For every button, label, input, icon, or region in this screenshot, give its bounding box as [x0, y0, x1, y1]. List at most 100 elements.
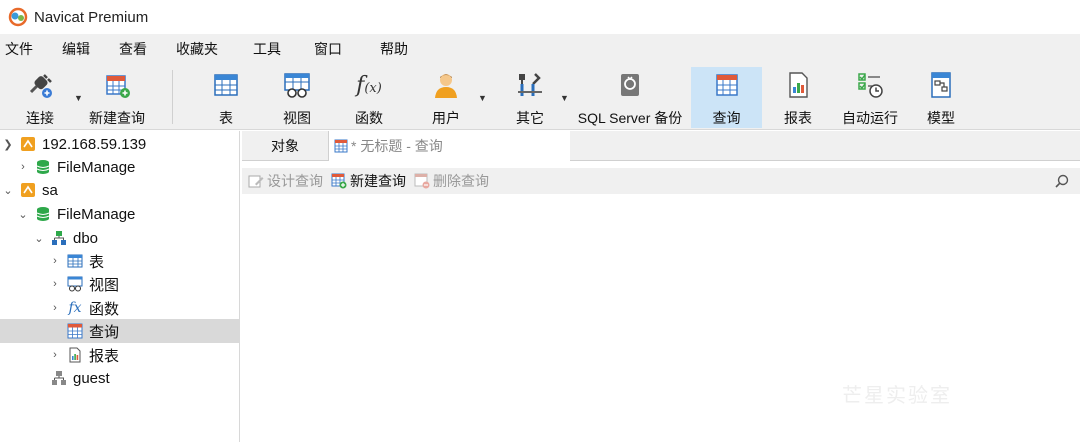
window-title: Navicat Premium — [34, 8, 149, 26]
other-dropdown-icon[interactable]: ▼ — [560, 93, 569, 103]
tree-node-functions[interactable]: › fx 函数 — [0, 296, 240, 320]
tree-node-reports[interactable]: › 报表 — [0, 343, 240, 367]
chevron-down-icon[interactable]: ⌄ — [33, 232, 45, 245]
table-icon — [211, 70, 241, 100]
connect-dropdown-icon[interactable]: ▼ — [74, 93, 83, 103]
view-icon — [282, 70, 312, 100]
tab-bar: 对象 * 无标题 - 查询 — [242, 131, 1080, 161]
new-query-icon — [331, 173, 347, 189]
plug-icon — [25, 70, 55, 100]
tree-node-schema-guest[interactable]: guest — [0, 366, 240, 390]
design-query-icon — [248, 173, 264, 189]
new-query-button[interactable]: 新建查询 — [84, 67, 150, 128]
function-icon: fx — [68, 300, 82, 316]
automation-button[interactable]: 自动运行 — [836, 67, 904, 128]
chevron-right-icon[interactable]: › — [49, 278, 61, 290]
other-label: 其它 — [516, 110, 544, 126]
new-query-sub-button[interactable]: 新建查询 — [331, 171, 406, 191]
new-query-label: 新建查询 — [89, 110, 145, 126]
report-icon — [783, 70, 813, 100]
design-query-label: 设计查询 — [267, 173, 323, 189]
watermark: 芒星实验室 — [842, 385, 952, 407]
chevron-down-icon[interactable]: ⌄ — [2, 184, 14, 197]
model-label: 模型 — [927, 110, 955, 126]
tree-node-queries[interactable]: 查询 — [0, 319, 240, 343]
chevron-right-icon[interactable]: › — [49, 349, 61, 361]
tree-node-label: 视图 — [89, 276, 120, 294]
user-icon — [431, 70, 461, 100]
tree-node-views[interactable]: › 视图 — [0, 272, 240, 296]
automation-label: 自动运行 — [842, 110, 898, 126]
view-label: 视图 — [283, 110, 311, 126]
tree-node-label: 函数 — [89, 300, 120, 318]
title-bar: Navicat Premium — [0, 0, 1080, 34]
sql-server-connection-icon — [20, 136, 36, 152]
navicat-logo-icon — [8, 7, 28, 27]
table-icon — [67, 253, 83, 269]
chevron-right-icon[interactable]: › — [49, 302, 61, 314]
schema-icon — [51, 370, 67, 386]
tab-objects-label: 对象 — [271, 138, 299, 154]
report-label: 报表 — [784, 110, 812, 126]
tree-node-label: dbo — [73, 229, 99, 247]
design-query-button[interactable]: 设计查询 — [248, 171, 323, 191]
chevron-down-icon[interactable]: ⌄ — [17, 208, 29, 221]
user-button[interactable]: 用户 — [422, 67, 470, 128]
user-label: 用户 — [432, 110, 460, 126]
connect-button[interactable]: 连接 — [16, 67, 64, 128]
table-button[interactable]: 表 — [204, 67, 248, 128]
tree-node-label: 表 — [89, 253, 105, 271]
automation-icon — [855, 70, 885, 100]
view-button[interactable]: 视图 — [272, 67, 322, 128]
tree-node-label: guest — [73, 369, 110, 387]
connect-label: 连接 — [26, 110, 54, 126]
chevron-down-icon[interactable]: ❯ — [2, 138, 14, 151]
menu-window[interactable]: 窗口 — [314, 39, 342, 59]
tree-node-server-sa[interactable]: ⌄ sa — [0, 178, 240, 202]
delete-query-button[interactable]: 删除查询 — [414, 171, 489, 191]
tree-node-label: 查询 — [89, 323, 120, 341]
sql-server-backup-button[interactable]: SQL Server 备份 — [572, 67, 688, 128]
tree-node-db-filemanage-2[interactable]: ⌄ FileManage — [0, 202, 240, 226]
database-icon — [35, 206, 51, 222]
tree-node-server-192[interactable]: ❯ 192.168.59.139 — [0, 132, 240, 156]
database-icon — [35, 159, 51, 175]
backup-label: SQL Server 备份 — [577, 110, 683, 126]
tree-node-label: FileManage — [57, 205, 136, 223]
query-button[interactable]: 查询 — [691, 67, 762, 128]
menu-favorites[interactable]: 收藏夹 — [176, 39, 218, 59]
table-label: 表 — [219, 110, 233, 126]
menu-file[interactable]: 文件 — [5, 39, 33, 59]
function-button[interactable]: f(x) 函数 — [344, 67, 394, 128]
chevron-right-icon[interactable]: › — [49, 255, 61, 267]
menu-edit[interactable]: 编辑 — [62, 39, 90, 59]
connection-tree: ❯ 192.168.59.139 › FileManage ⌄ sa ⌄ Fil… — [0, 131, 240, 442]
other-button[interactable]: 其它 — [508, 67, 552, 128]
tree-node-schema-dbo[interactable]: ⌄ dbo — [0, 226, 240, 250]
delete-query-label: 删除查询 — [433, 173, 489, 189]
tab-objects[interactable]: 对象 — [242, 131, 328, 161]
tab-untitled-query[interactable]: * 无标题 - 查询 — [328, 131, 570, 161]
menu-help[interactable]: 帮助 — [380, 39, 408, 59]
search-icon[interactable] — [1054, 173, 1070, 189]
report-button[interactable]: 报表 — [774, 67, 822, 128]
new-query-sub-label: 新建查询 — [350, 173, 406, 189]
toolbar-separator — [172, 70, 173, 124]
menu-view[interactable]: 查看 — [119, 39, 147, 59]
tree-node-db-filemanage-1[interactable]: › FileManage — [0, 155, 240, 179]
main-panel: 对象 * 无标题 - 查询 设计查询 新建查询 删除查询 芒星实验室 — [242, 131, 1080, 442]
query-icon — [67, 323, 83, 339]
model-button[interactable]: 模型 — [918, 67, 964, 128]
tools-icon — [515, 70, 545, 100]
tree-node-label: FileManage — [57, 158, 136, 176]
report-icon — [67, 347, 83, 363]
main-toolbar: 连接 ▼ 新建查询 表 视图 f(x) 函数 用户 ▼ 其它 ▼ SQL Ser… — [0, 64, 1080, 130]
tab-query-label: * 无标题 - 查询 — [351, 138, 443, 154]
schema-icon — [51, 230, 67, 246]
user-dropdown-icon[interactable]: ▼ — [478, 93, 487, 103]
query-icon — [712, 70, 742, 100]
new-query-icon — [102, 70, 132, 100]
chevron-right-icon[interactable]: › — [17, 161, 29, 173]
tree-node-tables[interactable]: › 表 — [0, 249, 240, 273]
menu-tools[interactable]: 工具 — [253, 39, 281, 59]
